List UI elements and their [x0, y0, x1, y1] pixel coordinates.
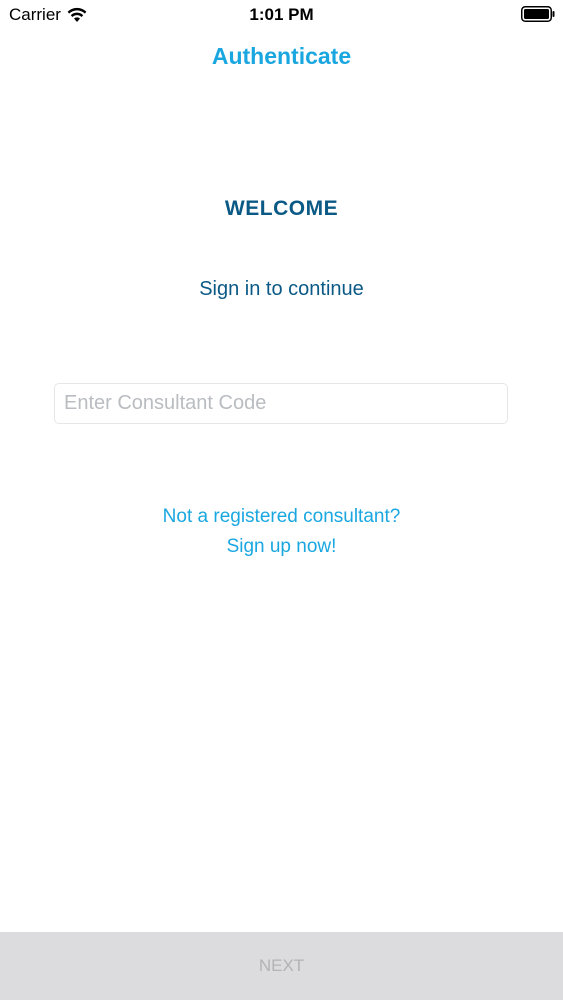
- consultant-code-input[interactable]: [54, 383, 508, 424]
- signup-prompt: Not a registered consultant?: [162, 506, 401, 527]
- nav-title: Authenticate: [211, 43, 352, 69]
- status-time: 1:01 PM: [249, 5, 314, 24]
- battery-icon: [521, 6, 555, 22]
- auth-screen: Carrier 1:01 PM Authenticate WELCOME Sig…: [0, 0, 563, 1000]
- next-button[interactable]: NEXT: [0, 932, 563, 1000]
- signup-link[interactable]: Sign up now!: [0, 536, 563, 558]
- sign-in-subtitle: Sign in to continue: [199, 278, 364, 300]
- welcome-heading: WELCOME: [224, 197, 339, 220]
- status-bar: Carrier 1:01 PM: [0, 0, 563, 30]
